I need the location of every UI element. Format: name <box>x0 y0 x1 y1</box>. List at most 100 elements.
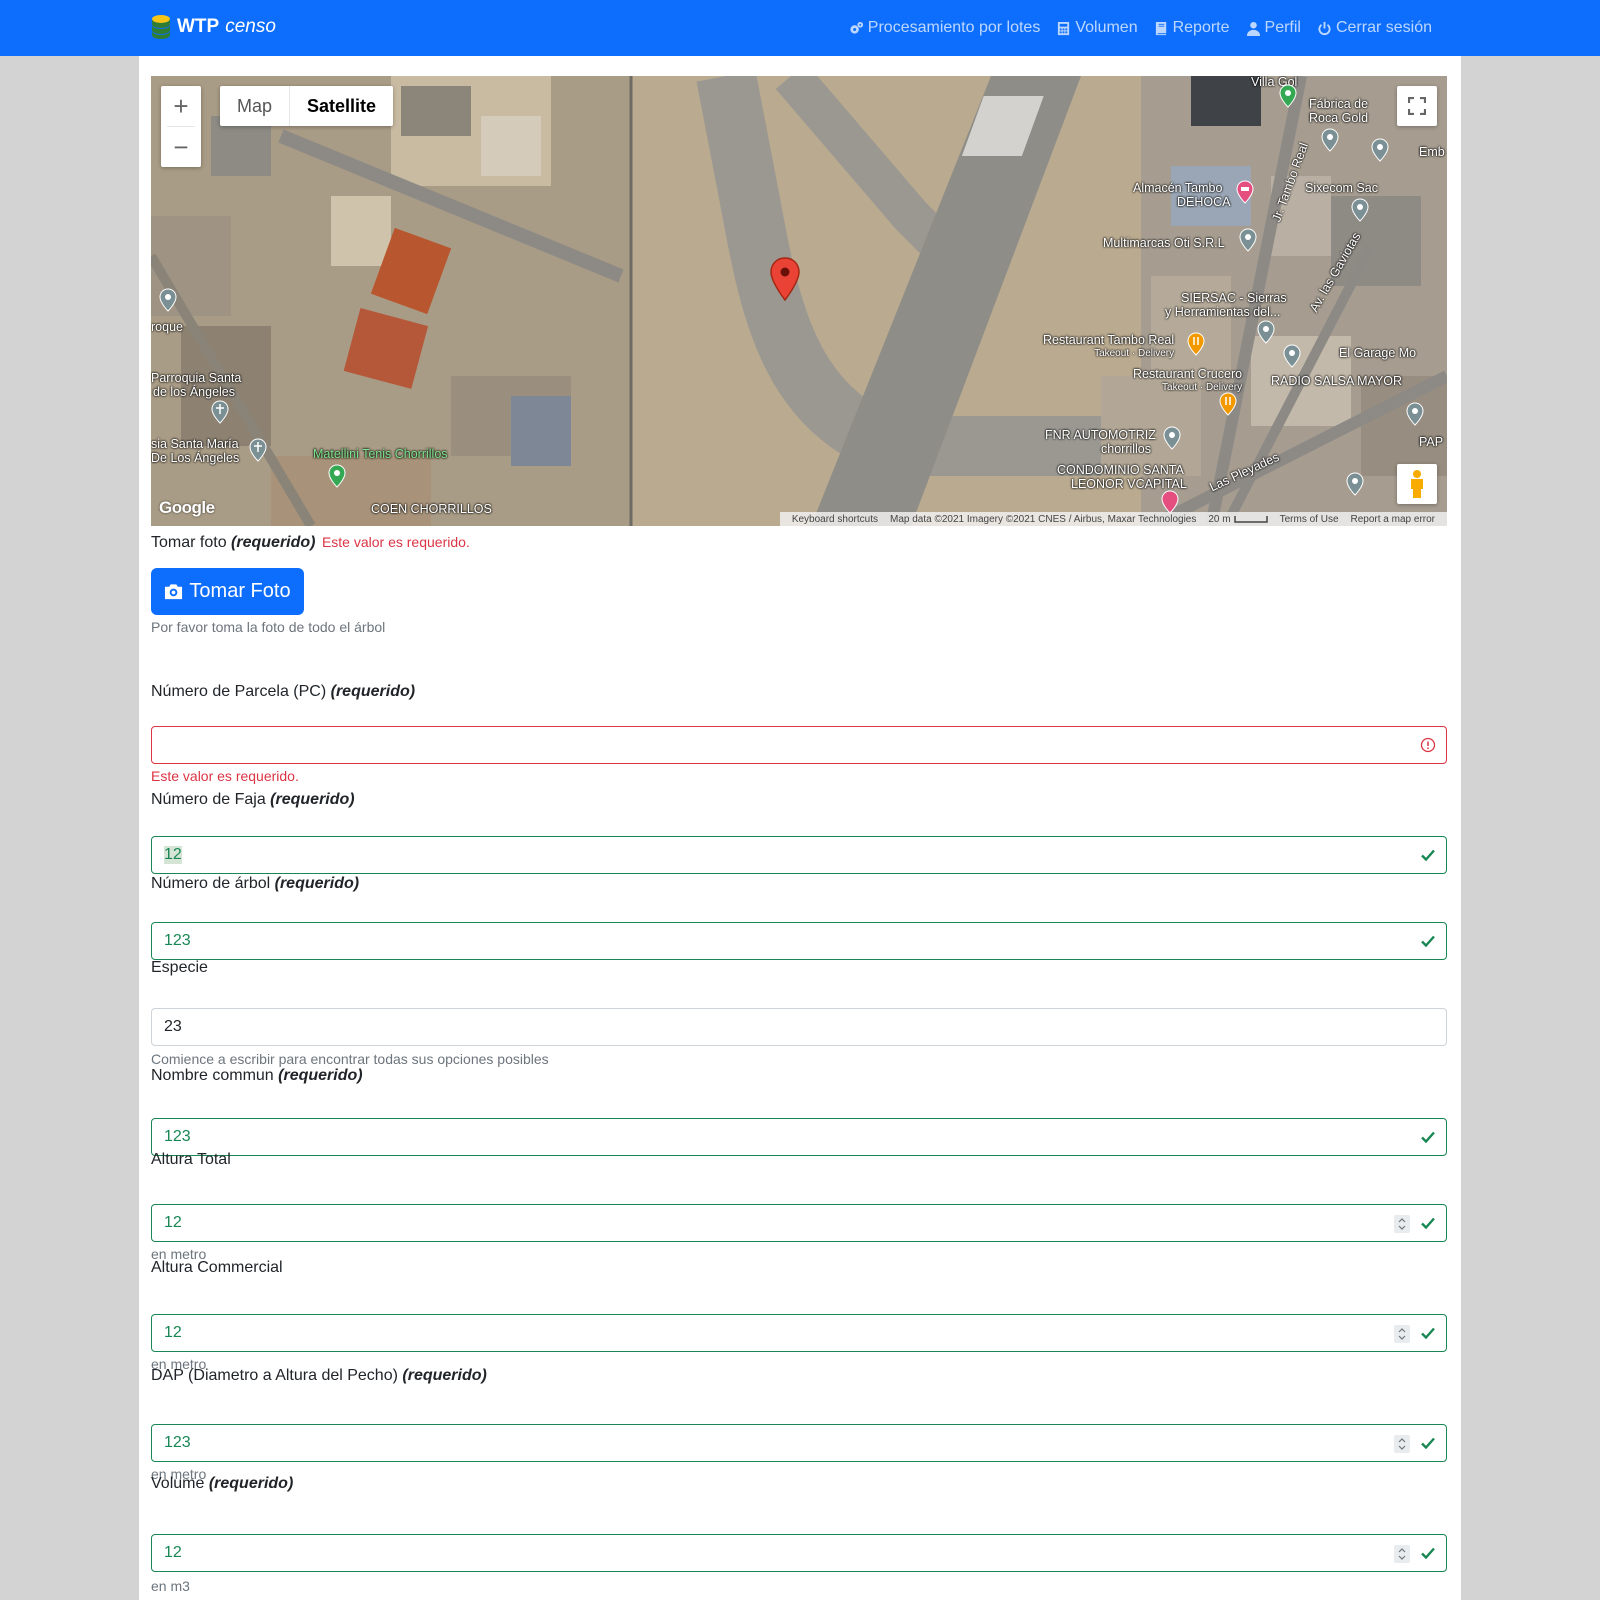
poi-gray-icon[interactable] <box>1321 128 1339 152</box>
hotel-pin-icon[interactable] <box>1161 490 1179 514</box>
nav-cerrar-sesion[interactable]: Cerrar sesión <box>1309 19 1440 37</box>
dap-input[interactable]: 123 <box>151 1424 1447 1462</box>
check-icon <box>1421 935 1435 948</box>
poi-gray-icon[interactable] <box>1257 320 1275 344</box>
especie-help: Comience a escribir para encontrar todas… <box>151 1051 549 1067</box>
user-icon <box>1246 21 1260 36</box>
map-label: roque <box>151 320 183 334</box>
poi-gray-icon[interactable] <box>1351 198 1369 222</box>
zoom-in-button[interactable]: + <box>161 86 201 126</box>
street-view-pegman-button[interactable] <box>1397 464 1437 504</box>
map-scale[interactable]: 20 m <box>1202 514 1273 525</box>
especie-label: Especie <box>151 959 208 977</box>
foto-help: Por favor toma la foto de todo el árbol <box>151 619 386 635</box>
map-label: CONDOMINIO SANTA <box>1057 463 1184 477</box>
poi-gray-icon[interactable] <box>1346 472 1364 496</box>
terms-link[interactable]: Terms of Use <box>1274 514 1345 525</box>
location-pin-icon[interactable] <box>770 257 800 301</box>
altura-comm-input[interactable]: 12 <box>151 1314 1447 1352</box>
nav-label: Reporte <box>1172 19 1230 36</box>
map-label-name: Restaurant Tambo Real <box>1043 333 1175 347</box>
poi-gray-icon[interactable] <box>1371 138 1389 162</box>
power-icon <box>1318 21 1331 35</box>
map-label: Fábrica de <box>1309 97 1369 111</box>
zoom-out-button[interactable]: − <box>161 127 201 167</box>
restaurant-pin-icon[interactable] <box>1219 392 1237 416</box>
input-value: 12 <box>164 1544 182 1561</box>
poi-gray-icon[interactable] <box>1163 426 1181 450</box>
map-label: PAP <box>1419 435 1444 449</box>
label-text: Número de árbol <box>151 875 271 892</box>
parcela-error: Este valor es requerido. <box>151 768 299 784</box>
number-spinner-icon[interactable] <box>1394 1325 1410 1343</box>
camera-icon <box>165 584 183 600</box>
map-label-sub: Takeout · Delivery <box>1094 348 1175 359</box>
label-text: Número de Parcela (PC) <box>151 683 327 700</box>
nombre-input[interactable]: 123 <box>151 1118 1447 1156</box>
poi-gray-icon[interactable] <box>159 288 177 312</box>
map-type-map-button[interactable]: Map <box>220 86 289 126</box>
map-data-text: Map data ©2021 Imagery ©2021 CNES / Airb… <box>889 513 1197 525</box>
restaurant-pin-icon[interactable] <box>1187 332 1205 356</box>
map-label: Roca Gold <box>1309 111 1369 125</box>
fullscreen-button[interactable] <box>1397 86 1437 126</box>
poi-gray-icon[interactable] <box>1283 344 1301 368</box>
arbol-label: Número de árbol (requerido) <box>151 875 359 893</box>
especie-input[interactable]: 23 <box>151 1008 1447 1046</box>
fullscreen-icon <box>1408 97 1426 115</box>
poi-gray-icon[interactable] <box>1406 402 1424 426</box>
label-text: Tomar foto <box>151 534 227 551</box>
parcela-input[interactable] <box>151 726 1447 764</box>
input-value: 12 <box>164 1324 182 1341</box>
poi-green-icon[interactable] <box>1279 84 1297 108</box>
nav-procesamiento[interactable]: Procesamiento por lotes <box>841 19 1049 37</box>
number-spinner-icon[interactable] <box>1394 1435 1410 1453</box>
required-mark: (requerido) <box>231 534 316 551</box>
brand[interactable]: WTP censo <box>151 14 276 40</box>
number-spinner-icon[interactable] <box>1394 1545 1410 1563</box>
report-error-link[interactable]: Report a map error <box>1345 514 1441 525</box>
volume-input[interactable]: 12 <box>151 1534 1447 1572</box>
check-icon <box>1421 849 1435 862</box>
satellite-map[interactable]: Villa Gol Fábrica de Roca Gold Emb Almac… <box>151 76 1447 526</box>
hotel-pin-icon[interactable] <box>1236 180 1254 204</box>
volume-help: en m3 <box>151 1578 190 1594</box>
poi-gray-icon[interactable] <box>1239 228 1257 252</box>
nav-volumen[interactable]: Volumen <box>1048 19 1145 37</box>
error-text: Este valor es requerido. <box>321 534 470 550</box>
check-icon <box>1421 1547 1435 1560</box>
label-text: Nombre commun <box>151 1067 274 1084</box>
label-text: Especie <box>151 959 208 976</box>
tomar-foto-button[interactable]: Tomar Foto <box>151 568 304 615</box>
faja-label: Número de Faja (requerido) <box>151 791 355 809</box>
nav-reporte[interactable]: Reporte <box>1146 19 1238 37</box>
required-mark: (requerido) <box>330 683 416 700</box>
poi-green-icon[interactable] <box>328 464 346 488</box>
navbar: WTP censo Procesamiento por lotes Volume… <box>0 0 1600 56</box>
map-label: sia Santa María <box>151 437 239 451</box>
arbol-input[interactable]: 123 <box>151 922 1447 960</box>
altura-total-input[interactable]: 12 <box>151 1204 1447 1242</box>
label-text: Altura Total <box>151 1151 231 1168</box>
nav-perfil[interactable]: Perfil <box>1238 19 1309 37</box>
church-pin-icon[interactable] <box>211 400 229 424</box>
map-type-control: Map Satellite <box>220 86 394 126</box>
foto-label: Tomar foto (requerido) Este valor es req… <box>151 534 470 552</box>
keyboard-shortcuts-link[interactable]: Keyboard shortcuts <box>786 514 884 525</box>
error-circle-icon <box>1420 737 1436 753</box>
check-icon <box>1421 1327 1435 1340</box>
map-label: Multimarcas Oti S.R.L <box>1103 236 1225 250</box>
faja-input[interactable]: 12 <box>151 836 1447 874</box>
map-label: Restaurant Crucero Takeout · Delivery <box>1133 368 1242 394</box>
altura-total-label: Altura Total <box>151 1151 231 1169</box>
number-spinner-icon[interactable] <box>1394 1215 1410 1233</box>
map-label: COEN CHORRILLOS <box>371 502 492 516</box>
map-label: SIERSAC - Sierras <box>1181 291 1287 305</box>
nav-label: Volumen <box>1075 19 1138 36</box>
map-label: Parroquia Santa <box>151 371 242 385</box>
map-type-satellite-button[interactable]: Satellite <box>289 86 393 126</box>
map-label: Sixecom Sac <box>1305 181 1378 195</box>
map-label: El Garage Mo <box>1339 346 1417 360</box>
church-pin-icon[interactable] <box>249 438 267 462</box>
input-value: 12 <box>164 846 182 864</box>
